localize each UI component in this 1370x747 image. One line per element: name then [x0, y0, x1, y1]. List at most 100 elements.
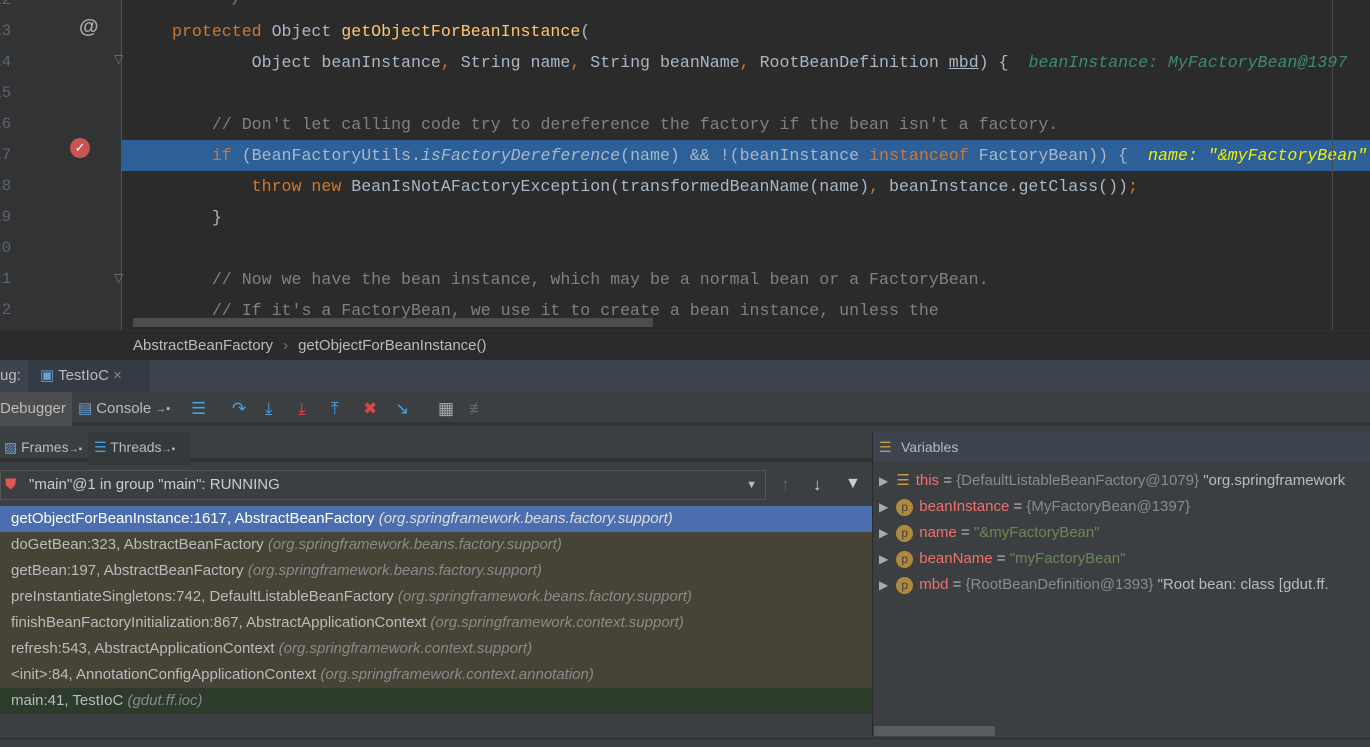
inline-debug-value: beanInstance: MyFactoryBean@1397: [1028, 53, 1348, 72]
code-line[interactable]: 18 throw new BeanIsNotAFactoryException(…: [0, 171, 1370, 202]
code-line[interactable]: 17 if (BeanFactoryUtils.isFactoryDerefer…: [0, 140, 1370, 171]
code-token: mbd: [948, 53, 979, 72]
override-at-icon[interactable]: @: [79, 16, 99, 39]
step-into-icon[interactable]: ⤓: [265, 400, 273, 418]
variables-icon: ☰: [879, 439, 892, 455]
frame-method: finishBeanFactoryInitialization:867, Abs…: [11, 614, 427, 631]
variable-row[interactable]: ▶ p mbd = {RootBeanDefinition@1393} "Root …: [873, 572, 1370, 598]
drop-frame-icon[interactable]: ✖: [363, 400, 377, 418]
code-editor[interactable]: 12 */ 13 protected Object getObjectForBean…: [0, 0, 1370, 330]
frames-list: getObjectForBeanInstance:1617, AbstractB…: [0, 506, 872, 714]
variable-value: "org.springframework: [1203, 472, 1346, 489]
evaluate-expression-icon[interactable]: ▦: [438, 400, 454, 418]
breakpoint-icon[interactable]: ✓: [70, 138, 90, 158]
code-text: }: [172, 202, 222, 233]
pin-icon[interactable]: →▪: [69, 444, 83, 455]
tab-label: Debugger: [0, 400, 66, 417]
code-token: (BeanFactoryUtils.: [231, 146, 421, 165]
thread-select[interactable]: ⛊ "main"@1 in group "main": RUNNING ▼: [0, 470, 766, 500]
variable-name: mbd: [919, 576, 949, 593]
code-text: if (BeanFactoryUtils.isFactoryDereferenc…: [172, 140, 1367, 171]
variable-name: beanName: [919, 550, 993, 567]
run-config-icon: ▣: [40, 367, 55, 384]
console-icon: ▤: [78, 400, 93, 417]
chevron-right-icon: ›: [283, 337, 289, 354]
expand-arrow-icon[interactable]: ▶: [879, 526, 888, 540]
line-number: 20: [0, 239, 12, 257]
trace-icon[interactable]: ≢: [469, 400, 486, 418]
run-to-cursor-icon[interactable]: ↘: [395, 400, 409, 418]
code-line[interactable]: 21 // Now we have the bean instance, whi…: [0, 264, 1370, 295]
frame-package: (org.springframework.context.annotation): [320, 666, 594, 683]
tab-threads[interactable]: ☰ Threads→▪: [88, 432, 190, 465]
code-text: // Don't let calling code try to derefer…: [172, 109, 1058, 140]
code-token: ) {: [978, 53, 1009, 72]
fold-icon[interactable]: ▽: [114, 52, 123, 66]
breadcrumb-method[interactable]: getObjectForBeanInstance(): [298, 337, 486, 354]
pin-icon[interactable]: →▪: [162, 444, 176, 455]
code-line[interactable]: 13 protected Object getObjectForBeanInsta…: [0, 16, 1370, 47]
frame-row[interactable]: getObjectForBeanInstance:1617, AbstractB…: [0, 506, 872, 532]
code-token: ,: [869, 177, 880, 196]
arrow-down-icon[interactable]: ↓: [813, 475, 822, 495]
code-token: FactoryBean)) {: [968, 146, 1128, 165]
expand-arrow-icon[interactable]: ▶: [879, 500, 888, 514]
frame-method: getBean:197, AbstractBeanFactory: [11, 562, 244, 579]
tab-console[interactable]: ▤ Console →▪: [78, 392, 170, 426]
arrow-up-icon[interactable]: ↑: [781, 475, 790, 495]
frame-row[interactable]: preInstantiateSingletons:742, DefaultLis…: [0, 584, 872, 610]
variables-list: ▶ ☰ this = {DefaultListableBeanFactory@107…: [873, 468, 1370, 598]
step-out-icon[interactable]: ⤒: [331, 400, 339, 418]
frame-method: getObjectForBeanInstance:1617, AbstractB…: [11, 510, 375, 527]
variables-horizontal-scrollbar[interactable]: [874, 726, 995, 736]
line-number: 13: [0, 22, 12, 40]
frame-row[interactable]: <init>:84, AnnotationConfigApplicationCo…: [0, 662, 872, 688]
code-line[interactable]: 20: [0, 233, 1370, 264]
expand-arrow-icon[interactable]: ▶: [879, 474, 888, 488]
expand-arrow-icon[interactable]: ▶: [879, 578, 888, 592]
tab-debugger[interactable]: Debugger: [0, 392, 72, 426]
code-token: protected: [172, 22, 262, 41]
frame-row[interactable]: finishBeanFactoryInitialization:867, Abs…: [0, 610, 872, 636]
variable-row[interactable]: ▶ p beanInstance = {MyFactoryBean@1397}: [873, 494, 1370, 520]
fold-icon[interactable]: ▽: [114, 271, 123, 285]
variable-row[interactable]: ▶ p beanName = "myFactoryBean": [873, 546, 1370, 572]
line-number: 19: [0, 208, 12, 226]
frame-method: preInstantiateSingletons:742, DefaultLis…: [11, 588, 394, 605]
close-icon[interactable]: ×: [113, 367, 122, 384]
variable-row[interactable]: ▶ p name = "&myFactoryBean": [873, 520, 1370, 546]
frames-threads-tabs: ▨ Frames→▪ ☰ Threads→▪: [0, 432, 872, 465]
code-line[interactable]: 19 }: [0, 202, 1370, 233]
frame-row[interactable]: getBean:197, AbstractBeanFactory (org.sp…: [0, 558, 872, 584]
line-number: 21: [0, 270, 12, 288]
code-token: ,: [739, 53, 750, 72]
horizontal-scrollbar[interactable]: [133, 318, 653, 327]
frame-row[interactable]: doGetBean:323, AbstractBeanFactory (org.…: [0, 532, 872, 558]
code-line[interactable]: 15: [0, 78, 1370, 109]
field-list-icon: ☰: [896, 472, 910, 489]
pin-icon[interactable]: →▪: [155, 392, 170, 426]
parameter-icon: p: [896, 524, 914, 542]
tab-label: TestIoC: [58, 367, 109, 384]
force-step-into-icon[interactable]: ⤓: [298, 400, 306, 418]
tab-frames[interactable]: ▨ Frames→▪: [0, 432, 82, 465]
variable-row[interactable]: ▶ ☰ this = {DefaultListableBeanFactory@107…: [873, 468, 1370, 494]
code-line[interactable]: 16 // Don't let calling code try to dere…: [0, 109, 1370, 140]
show-execution-point-icon[interactable]: ☰: [191, 400, 206, 418]
code-line[interactable]: 14 Object beanInstance, String name, Str…: [0, 47, 1370, 78]
tab-testioc[interactable]: ▣ TestIoC ×: [28, 360, 150, 392]
filter-icon[interactable]: ▼: [845, 475, 861, 493]
breadcrumb-class[interactable]: AbstractBeanFactory: [133, 337, 273, 354]
variable-ref: {DefaultListableBeanFactory@1079}: [956, 472, 1200, 489]
code-line[interactable]: 12 */: [0, 0, 1370, 16]
line-number: 15: [0, 84, 12, 102]
frame-row[interactable]: refresh:543, AbstractApplicationContext …: [0, 636, 872, 662]
code-token: ,: [440, 53, 451, 72]
code-token: ,: [570, 53, 581, 72]
frame-package: (org.springframework.beans.factory.suppo…: [378, 510, 673, 527]
step-over-icon[interactable]: ↷: [232, 400, 246, 418]
variable-value: "Root bean: class [gdut.ff.: [1157, 576, 1329, 593]
expand-arrow-icon[interactable]: ▶: [879, 552, 888, 566]
frame-row[interactable]: main:41, TestIoC (gdut.ff.ioc): [0, 688, 872, 714]
line-number: 14: [0, 53, 12, 71]
